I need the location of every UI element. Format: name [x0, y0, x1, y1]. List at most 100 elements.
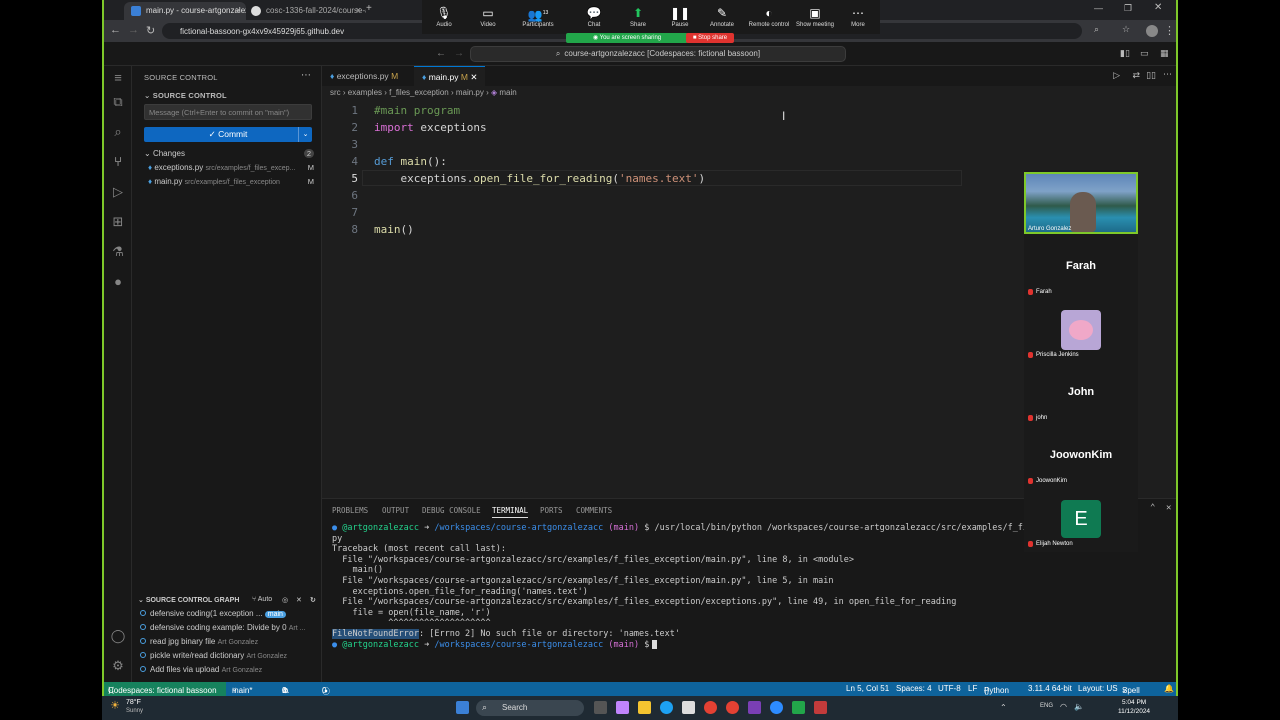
browser-tab-github[interactable]: cosc-1336-fall-2024/course-a × — [244, 2, 366, 20]
toggle-sidebar-icon[interactable]: ▮▯ — [1120, 48, 1130, 59]
zoom-icon[interactable]: ⌕ — [1094, 24, 1099, 35]
panel-tab-comments[interactable]: COMMENTS — [576, 506, 612, 515]
command-center[interactable]: ⌕ course-artgonzalezacc [Codespaces: fict… — [470, 46, 846, 62]
panel-tab-terminal[interactable]: TERMINAL — [492, 506, 529, 518]
edge-icon[interactable] — [660, 701, 673, 714]
changes-header[interactable]: ⌄ Changes 2 — [144, 149, 314, 162]
run-debug-icon[interactable]: ▷ — [110, 184, 126, 200]
breadcrumb-item[interactable]: src — [330, 88, 341, 97]
code-line[interactable]: import exceptions — [374, 121, 487, 134]
store-icon[interactable] — [682, 701, 695, 714]
graph-item[interactable]: defensive coding(1 exception ... main — [140, 609, 316, 622]
source-control-icon[interactable]: ⑂ — [110, 154, 126, 170]
stop-share-button[interactable]: ■ Stop share — [686, 33, 734, 43]
clock-time[interactable]: 5:04 PM — [1122, 699, 1146, 706]
panel-tab-output[interactable]: OUTPUT — [382, 506, 409, 515]
python-interpreter[interactable]: 3.11.4 64-bit — [1028, 684, 1072, 693]
commit-message-input[interactable]: Message (Ctrl+Enter to commit on "main") — [144, 104, 312, 120]
fetch-icon[interactable]: ◎ — [282, 596, 288, 604]
remote-control-button[interactable]: ◐ Remote control — [744, 4, 794, 28]
search-icon[interactable]: ⌕ — [110, 124, 126, 140]
maximize-panel-icon[interactable]: ⌃ — [1150, 503, 1155, 513]
graph-item[interactable]: Add files via upload Art Gonzalez — [140, 665, 316, 678]
graph-header[interactable]: ⌄ SOURCE CONTROL GRAPH ⑂ Auto ◎ ✕ ↻ — [138, 596, 318, 609]
more-actions-icon[interactable]: ⋯ — [301, 70, 311, 81]
reload-icon[interactable]: ↻ — [146, 24, 155, 37]
browser-menu-icon[interactable]: ⋮ — [1164, 24, 1175, 37]
browser-tab-main[interactable]: main.py - course-artgonzalez × — [124, 2, 246, 20]
remote-indicator[interactable]: ⟩⟨ Codespaces: fictional bassoon — [104, 682, 226, 696]
new-tab-icon[interactable]: + — [366, 3, 372, 14]
split-editor-icon[interactable]: ▯▯ — [1146, 70, 1156, 81]
chat-button[interactable]: 💬 Chat — [572, 4, 616, 28]
code-line[interactable]: main() — [374, 223, 414, 236]
video-tile[interactable]: Arturo Gonzalez — [1024, 172, 1138, 234]
copilot-icon[interactable] — [616, 701, 629, 714]
show-meeting-button[interactable]: ▣ Show meeting — [792, 4, 838, 28]
window-close-icon[interactable]: ✕ — [1154, 2, 1162, 13]
app-icon[interactable] — [814, 701, 827, 714]
chrome-icon[interactable] — [704, 701, 717, 714]
zoom-icon[interactable] — [770, 701, 783, 714]
commit-button[interactable]: ✓ Commit ⌄ — [144, 127, 312, 142]
toggle-panel-icon[interactable]: ▭ — [1140, 48, 1149, 59]
wifi-icon[interactable]: ◠ — [1060, 702, 1067, 711]
tray-chevron-icon[interactable]: ⌃ — [1000, 703, 1007, 712]
account-icon[interactable]: ◯ — [110, 628, 126, 644]
graph-item[interactable]: defensive coding example: Divide by 0 Ar… — [140, 623, 316, 636]
breadcrumb-item[interactable]: main.py — [456, 88, 484, 97]
close-panel-icon[interactable]: ✕ — [1166, 503, 1171, 513]
bookmark-icon[interactable]: ☆ — [1122, 24, 1130, 35]
volume-icon[interactable]: 🔈 — [1074, 702, 1084, 711]
breadcrumb-item[interactable]: examples — [348, 88, 382, 97]
pause-button[interactable]: ❚❚ Pause — [658, 4, 702, 28]
file-explorer-icon[interactable] — [638, 701, 651, 714]
language-indicator[interactable]: ENG — [1040, 703, 1053, 709]
participants-button[interactable]: 👥13 Participants — [516, 4, 560, 28]
nav-back-icon[interactable]: ← — [436, 48, 446, 59]
refresh-icon[interactable]: ↻ — [310, 596, 316, 604]
weather-icon[interactable]: ☀ — [110, 699, 120, 712]
start-icon[interactable] — [456, 701, 469, 714]
source-control-section[interactable]: ⌄ SOURCE CONTROL — [144, 91, 227, 100]
change-item-exceptions[interactable]: ♦ exceptions.py src/examples/f_files_exc… — [148, 163, 314, 176]
taskbar-search[interactable]: Search — [476, 700, 584, 716]
more-actions-icon[interactable]: ⋯ — [1163, 69, 1172, 80]
chevron-down-icon[interactable]: ⌄ — [298, 127, 312, 142]
share-button[interactable]: ⬆ Share — [616, 4, 660, 28]
onenote-icon[interactable] — [748, 701, 761, 714]
compare-icon[interactable]: ⇄ — [1132, 70, 1140, 81]
cursor-position[interactable]: Ln 5, Col 51 — [846, 684, 889, 693]
keyboard-layout[interactable]: Layout: US — [1078, 684, 1118, 693]
extensions-icon[interactable]: ⊞ — [110, 214, 126, 230]
eol-setting[interactable]: LF — [968, 684, 977, 693]
menu-icon[interactable]: ≡ — [110, 70, 126, 86]
panel-tab-debug-console[interactable]: DEBUG CONSOLE — [422, 506, 481, 515]
minimize-icon[interactable]: — — [1094, 3, 1103, 13]
graph-item[interactable]: pickle write/read dictionary Art Gonzale… — [140, 651, 316, 664]
tab-exceptions[interactable]: ♦ exceptions.py M — [322, 66, 406, 86]
indent-setting[interactable]: Spaces: 4 — [896, 684, 932, 693]
close-icon[interactable]: × — [236, 5, 241, 15]
github-icon[interactable]: ● — [110, 274, 126, 290]
panel-tab-problems[interactable]: PROBLEMS — [332, 506, 368, 515]
close-icon[interactable]: × — [356, 5, 361, 15]
code-line[interactable]: def main(): — [374, 155, 447, 168]
tab-main[interactable]: ♦ main.py M ✕ — [414, 66, 486, 86]
annotate-button[interactable]: ✎ Annotate — [700, 4, 744, 28]
video-button[interactable]: ▭ Video — [466, 4, 510, 28]
run-icon[interactable]: ▷ — [1113, 70, 1120, 81]
back-icon[interactable]: ← — [110, 24, 121, 36]
code-line[interactable]: #main program — [374, 104, 460, 117]
app-icon[interactable] — [792, 701, 805, 714]
notifications-icon[interactable]: 🔔 — [1164, 684, 1174, 693]
graph-auto[interactable]: ⑂ Auto — [252, 596, 272, 603]
explorer-icon[interactable]: ⧉ — [110, 94, 126, 110]
change-item-main[interactable]: ♦ main.py src/examples/f_files_exception… — [148, 177, 314, 190]
testing-icon[interactable]: ⚗ — [110, 244, 126, 260]
encoding-setting[interactable]: UTF-8 — [938, 684, 961, 693]
clear-icon[interactable]: ✕ — [296, 596, 302, 604]
more-button[interactable]: ⋯ More — [836, 4, 880, 28]
breadcrumb-item[interactable]: f_files_exception — [389, 88, 449, 97]
audio-button[interactable]: 🎙 Audio — [422, 4, 466, 28]
